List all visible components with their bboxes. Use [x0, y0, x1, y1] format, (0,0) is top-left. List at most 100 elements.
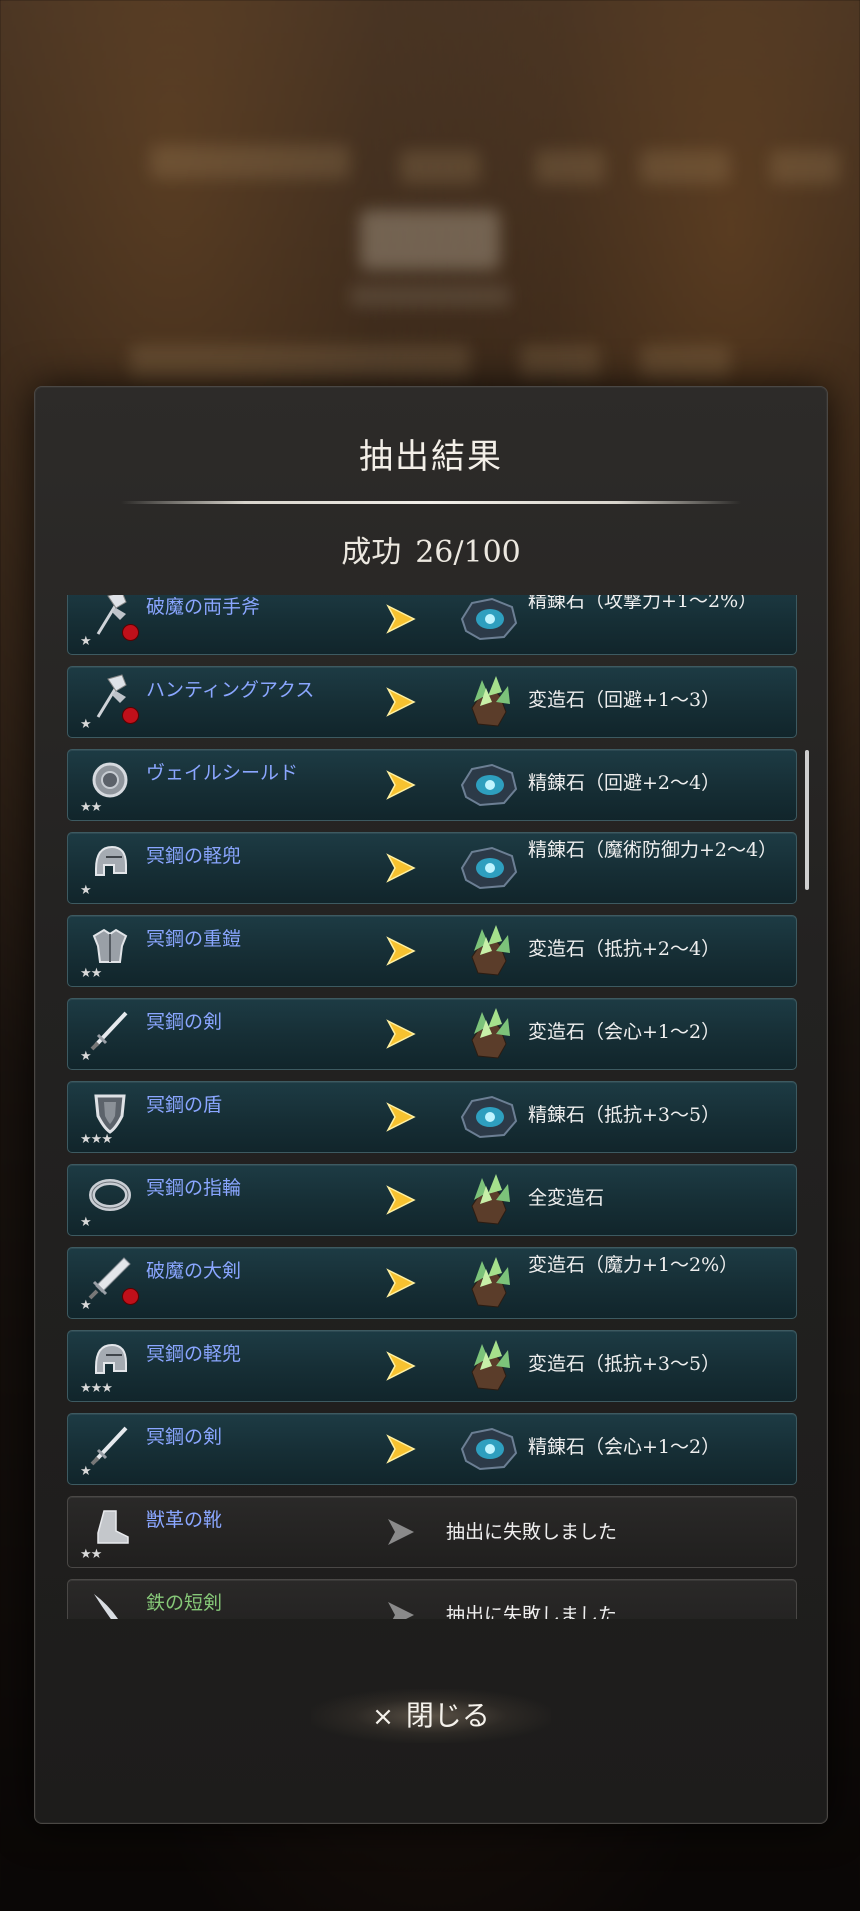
- boots-icon: [86, 1503, 134, 1551]
- extraction-result-dialog: 抽出結果 成功 26/100 ★ 破魔の両手斧 精錬石（攻撃力+1～2%） ★ ハンティン…: [34, 386, 828, 1824]
- transmute-stone-icon: [458, 672, 520, 732]
- arrow-gold-icon: [384, 602, 418, 636]
- result-row: ★★ 冥鋼の重鎧 変造石（抵抗+2～4）: [67, 915, 797, 987]
- item-name: 冥鋼の剣: [146, 1011, 223, 1033]
- close-button[interactable]: × 閉じる: [311, 1689, 551, 1743]
- rarity-stars: ★: [80, 1215, 92, 1230]
- result-row: ★★ ヴェイルシールド 精錬石（回避+2～4）: [67, 749, 797, 821]
- rarity-stars: ★★★: [80, 1381, 113, 1396]
- success-label: 成功: [341, 535, 402, 570]
- rarity-stars: ★★: [80, 800, 102, 815]
- transmute-stone-icon: [458, 1170, 520, 1230]
- round-shield-icon: [86, 756, 134, 804]
- item-name: 冥鋼の軽兜: [146, 845, 242, 867]
- ring-icon: [86, 1171, 134, 1219]
- extraction-result-text: 精錬石（魔術防御力+2～4）: [528, 839, 778, 861]
- extraction-result-text: 精錬石（攻撃力+1～2%）: [528, 595, 758, 612]
- extraction-result-text: 変造石（抵抗+3～5）: [528, 1353, 721, 1375]
- result-row: 鉄の短剣抽出に失敗しました: [67, 1579, 797, 1619]
- refine-stone-icon: [458, 595, 520, 649]
- result-row: ★ 冥鋼の剣 変造石（会心+1～2）: [67, 998, 797, 1070]
- arrow-gold-icon: [384, 768, 418, 802]
- arrow-gray-icon: [384, 1515, 418, 1549]
- rarity-stars: ★: [80, 634, 92, 649]
- transmute-stone-icon: [458, 1336, 520, 1396]
- extraction-result-text: 変造石（会心+1～2）: [528, 1021, 721, 1043]
- sword-icon: [86, 1005, 134, 1053]
- sword-icon: [86, 1420, 134, 1468]
- arrow-gold-icon: [384, 685, 418, 719]
- item-name: 鉄の短剣: [146, 1592, 223, 1614]
- rarity-stars: ★: [80, 717, 92, 732]
- arrow-gold-icon: [384, 1266, 418, 1300]
- item-name: 冥鋼の盾: [146, 1094, 223, 1116]
- rarity-stars: ★★: [80, 966, 102, 981]
- item-name: 冥鋼の重鎧: [146, 928, 242, 950]
- result-list-scrollbar[interactable]: [805, 750, 809, 890]
- success-count: 26/100: [415, 535, 521, 570]
- extraction-result-text: 精錬石（会心+1～2）: [528, 1436, 721, 1458]
- success-summary: 成功 26/100: [35, 527, 827, 571]
- result-row: ★ 破魔の両手斧 精錬石（攻撃力+1～2%）: [67, 595, 797, 655]
- background-blurred-header: [0, 0, 860, 380]
- extraction-result-text: 変造石（魔力+1～2%）: [528, 1254, 739, 1276]
- extraction-result-text: 精錬石（回避+2～4）: [528, 772, 721, 794]
- item-name: 破魔の大剣: [146, 1260, 242, 1282]
- helmet-icon: [86, 1337, 134, 1385]
- extraction-failed-text: 抽出に失敗しました: [446, 1521, 618, 1543]
- rarity-stars: ★: [80, 883, 92, 898]
- close-label: 閉じる: [405, 1699, 490, 1732]
- rarity-stars: ★: [80, 1464, 92, 1479]
- extraction-result-text: 変造石（抵抗+2～4）: [528, 938, 721, 960]
- arrow-gold-icon: [384, 1017, 418, 1051]
- transmute-stone-icon: [458, 921, 520, 981]
- arrow-gray-icon: [384, 1598, 418, 1619]
- transmute-stone-icon: [458, 1253, 520, 1313]
- rarity-stars: ★: [80, 1049, 92, 1064]
- arrow-gold-icon: [384, 1100, 418, 1134]
- result-row: ★ 冥鋼の指輪 全変造石: [67, 1164, 797, 1236]
- dialog-title: 抽出結果: [359, 437, 503, 477]
- arrow-gold-icon: [384, 934, 418, 968]
- result-row: ★★★ 冥鋼の盾 精錬石（抵抗+3～5）: [67, 1081, 797, 1153]
- arrow-gold-icon: [384, 1432, 418, 1466]
- result-row: ★ 破魔の大剣 変造石（魔力+1～2%）: [67, 1247, 797, 1319]
- dagger-icon: [86, 1586, 134, 1619]
- item-name: 破魔の両手斧: [146, 596, 261, 618]
- item-name: 冥鋼の軽兜: [146, 1343, 242, 1365]
- rarity-stars: ★★★: [80, 1132, 113, 1147]
- result-row: ★ 冥鋼の剣 精錬石（会心+1～2）: [67, 1413, 797, 1485]
- extraction-result-text: 精錬石（抵抗+3～5）: [528, 1104, 721, 1126]
- armor-icon: [86, 922, 134, 970]
- result-row: ★★ 獣革の靴抽出に失敗しました: [67, 1496, 797, 1568]
- item-name: 冥鋼の指輪: [146, 1177, 242, 1199]
- result-row: ★★★ 冥鋼の軽兜 変造石（抵抗+3～5）: [67, 1330, 797, 1402]
- title-divider: [121, 501, 741, 504]
- extraction-result-text: 全変造石: [528, 1187, 605, 1209]
- helmet-icon: [86, 839, 134, 887]
- rarity-stars: ★: [80, 1298, 92, 1313]
- rarity-stars: ★★: [80, 1547, 102, 1562]
- extraction-result-text: 変造石（回避+1～3）: [528, 689, 721, 711]
- extraction-failed-text: 抽出に失敗しました: [446, 1604, 618, 1619]
- item-name: 冥鋼の剣: [146, 1426, 223, 1448]
- unique-marker-icon: [122, 1288, 139, 1305]
- arrow-gold-icon: [384, 1349, 418, 1383]
- item-name: 獣革の靴: [146, 1509, 223, 1531]
- refine-stone-icon: [458, 1419, 520, 1479]
- close-icon: ×: [372, 1702, 394, 1732]
- result-list[interactable]: ★ 破魔の両手斧 精錬石（攻撃力+1～2%） ★ ハンティングアクス 変造石（回避+1～3…: [67, 595, 797, 1619]
- transmute-stone-icon: [458, 1004, 520, 1064]
- refine-stone-icon: [458, 1087, 520, 1147]
- arrow-gold-icon: [384, 1183, 418, 1217]
- item-name: ハンティングアクス: [146, 679, 315, 701]
- shield-icon: [86, 1088, 134, 1136]
- item-name: ヴェイルシールド: [146, 762, 299, 784]
- unique-marker-icon: [122, 624, 139, 641]
- refine-stone-icon: [458, 838, 520, 898]
- refine-stone-icon: [458, 755, 520, 815]
- result-row: ★ ハンティングアクス 変造石（回避+1～3）: [67, 666, 797, 738]
- result-row: ★ 冥鋼の軽兜 精錬石（魔術防御力+2～4）: [67, 832, 797, 904]
- unique-marker-icon: [122, 707, 139, 724]
- arrow-gold-icon: [384, 851, 418, 885]
